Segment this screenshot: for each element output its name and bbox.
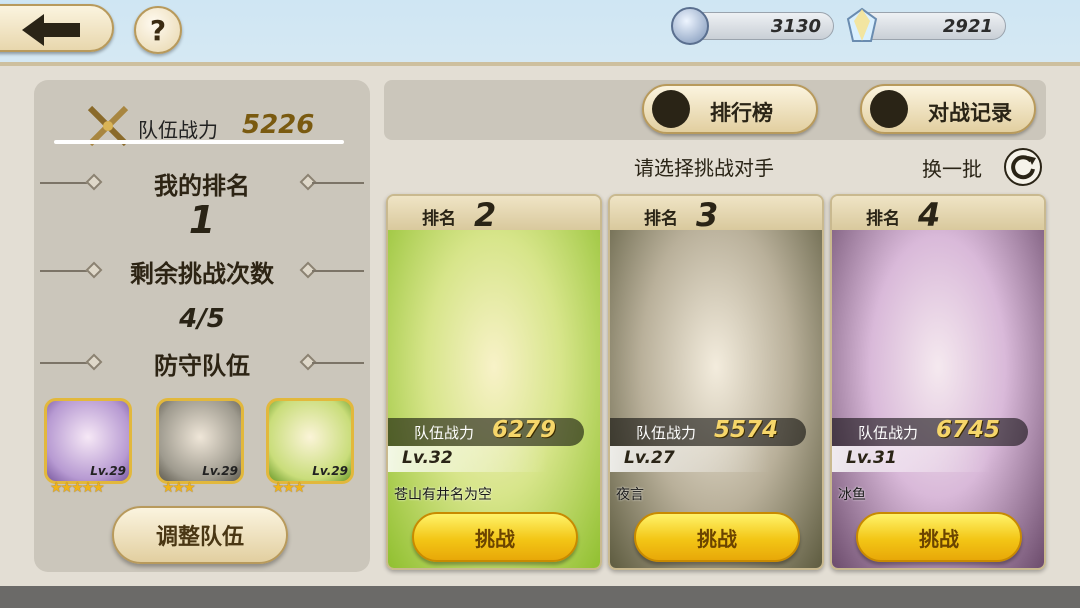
opponent-name: 冰鱼	[838, 487, 866, 503]
refresh-icon[interactable]	[1004, 148, 1042, 186]
opponent-name: 苍山有井名为空	[394, 487, 492, 503]
refresh-label[interactable]: 换一批	[922, 153, 982, 182]
ranking-icon	[652, 90, 690, 128]
bottom-edge	[0, 586, 1080, 608]
defense-hero-card[interactable]: Lv.29 ★★★★★	[44, 398, 132, 496]
hero-stars: ★★★	[272, 480, 306, 496]
challenge-button[interactable]: 挑战	[856, 512, 1022, 562]
opponent-level: Lv.31	[846, 448, 897, 468]
team-power-value: 5226	[242, 110, 315, 140]
power-label: 队伍战力	[858, 424, 919, 442]
currency-2-value: 2921	[942, 16, 993, 37]
divider	[54, 140, 344, 144]
opponent-card[interactable]: 排名 3 队伍战力 5574 Lv.27 夜言 挑战	[608, 194, 824, 570]
sword-coin-icon	[671, 7, 709, 45]
select-opponent-prompt: 请选择挑战对手	[634, 156, 774, 180]
hero-level: Lv.29	[202, 464, 238, 478]
defense-hero-card[interactable]: Lv.29 ★★★	[266, 398, 354, 496]
crystal-icon	[846, 7, 878, 42]
battle-record-label: 对战记录	[928, 101, 1012, 125]
rank-number: 4	[918, 196, 941, 234]
opponent-level: Lv.32	[402, 448, 453, 468]
hero-stars: ★★★★★	[50, 480, 105, 496]
opponent-card[interactable]: 排名 2 队伍战力 6279 Lv.32 苍山有井名为空 挑战	[386, 194, 602, 570]
rank-number: 2	[474, 196, 497, 234]
pencil-icon	[870, 90, 908, 128]
hero-level: Lv.29	[90, 464, 126, 478]
currency-1-value: 3130	[770, 16, 821, 37]
battle-record-button[interactable]: 对战记录	[860, 84, 1036, 134]
rank-number: 3	[696, 196, 719, 234]
rank-label: 排名	[644, 209, 678, 229]
rank-label: 排名	[866, 209, 900, 229]
power-label: 队伍战力	[414, 424, 475, 442]
help-button[interactable]: ?	[134, 6, 182, 54]
currency-1-bar: 3130	[671, 7, 834, 45]
my-rank-title: 我的排名	[154, 172, 250, 200]
team-power-label: 队伍战力	[138, 118, 218, 142]
opponent-name: 夜言	[616, 487, 644, 503]
opponent-level: Lv.27	[624, 448, 675, 468]
top-bar: ? 3130 2921	[0, 0, 1080, 62]
remaining-challenges-value: 4/5	[179, 304, 225, 334]
opponent-card[interactable]: 排名 4 队伍战力 6745 Lv.31 冰鱼 挑战	[830, 194, 1046, 570]
adjust-team-button[interactable]: 调整队伍	[112, 506, 288, 564]
power-label: 队伍战力	[636, 424, 697, 442]
hero-stars: ★★★	[162, 480, 196, 496]
ranking-label: 排行榜	[710, 101, 773, 125]
hero-level: Lv.29	[312, 464, 348, 478]
ranking-button[interactable]: 排行榜	[642, 84, 818, 134]
power-value: 6745	[936, 417, 1001, 443]
back-arrow-icon	[22, 14, 80, 46]
power-value: 6279	[492, 417, 557, 443]
my-rank-value: 1	[188, 198, 216, 242]
defense-team-title: 防守队伍	[154, 352, 250, 380]
challenge-button[interactable]: 挑战	[634, 512, 800, 562]
challenge-button[interactable]: 挑战	[412, 512, 578, 562]
back-button[interactable]	[0, 4, 114, 52]
rank-label: 排名	[422, 209, 456, 229]
power-value: 5574	[714, 417, 779, 443]
remaining-challenges-title: 剩余挑战次数	[130, 260, 274, 288]
currency-2-bar: 2921	[846, 7, 1006, 42]
defense-hero-card[interactable]: Lv.29 ★★★	[156, 398, 244, 496]
